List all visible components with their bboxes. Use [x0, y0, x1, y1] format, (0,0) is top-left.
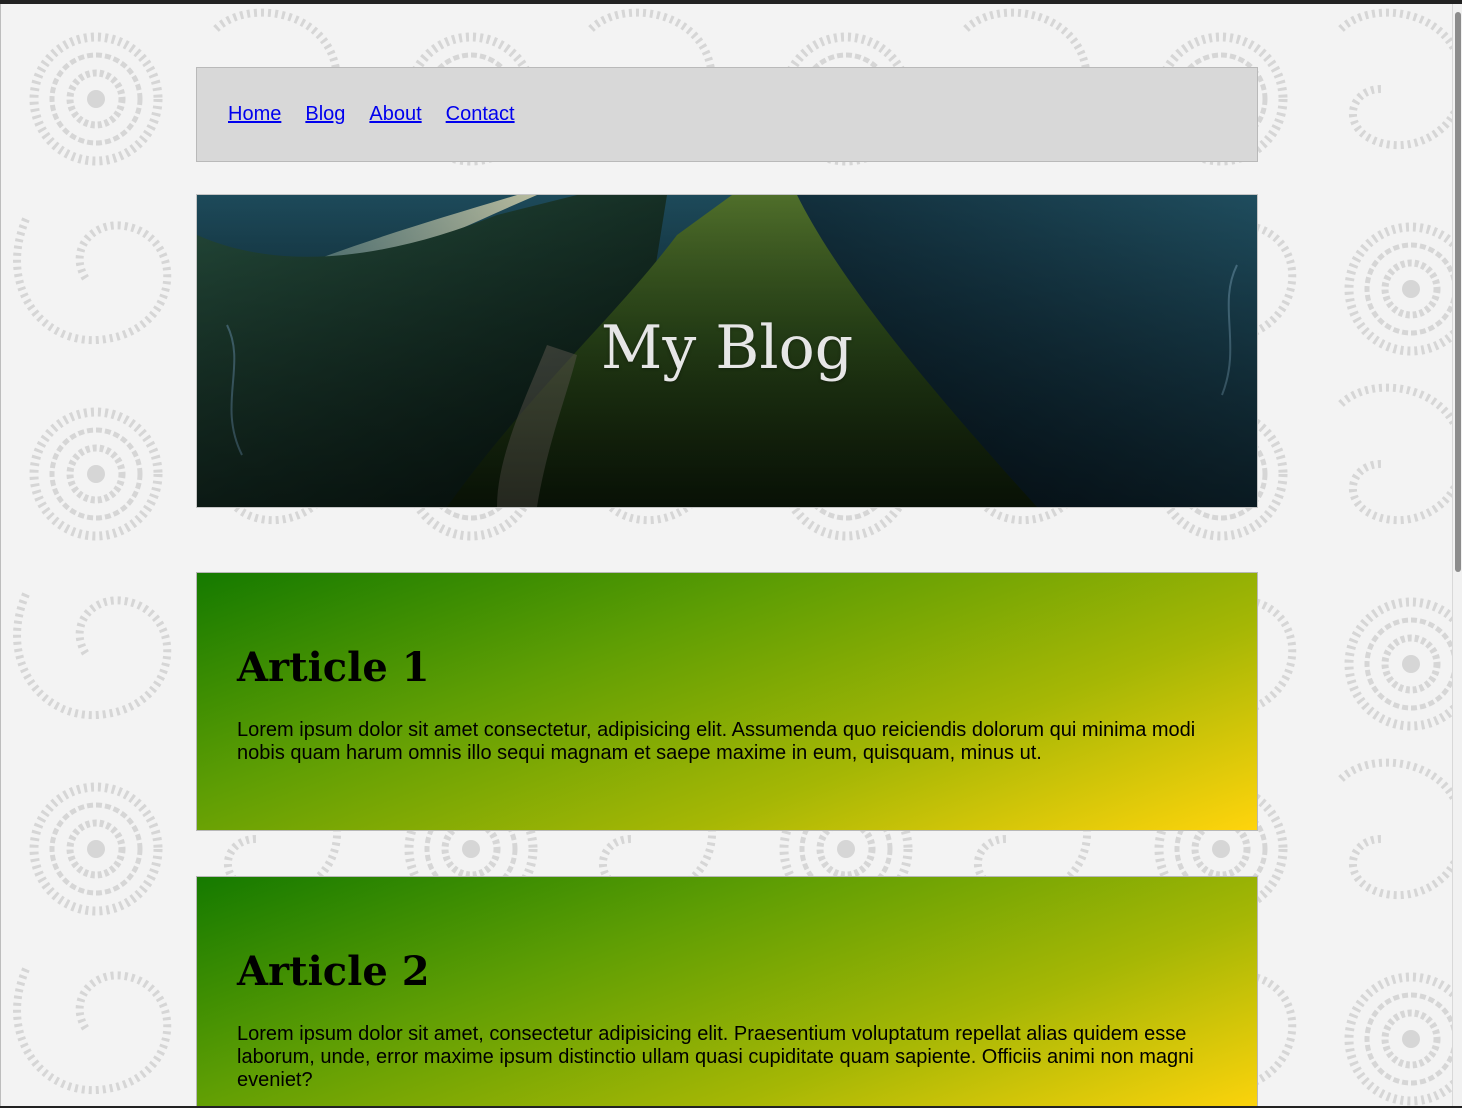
- page-viewport: Home Blog About Contact My Blog Article …: [0, 4, 1453, 1106]
- hero-title: My Blog: [600, 313, 854, 383]
- vertical-scrollbar[interactable]: [1452, 4, 1462, 1106]
- article-body: Lorem ipsum dolor sit amet, consectetur …: [237, 1023, 1194, 1091]
- article-card: Article 2 Lorem ipsum dolor sit amet, co…: [196, 876, 1258, 1106]
- hero-banner: My Blog: [196, 194, 1258, 508]
- nav-link-blog[interactable]: Blog: [305, 103, 345, 126]
- page-container: Home Blog About Contact My Blog Article …: [196, 67, 1258, 1106]
- article-title: Article 1: [237, 644, 430, 691]
- nav-link-home[interactable]: Home: [228, 103, 281, 126]
- article-card: Article 1 Lorem ipsum dolor sit amet con…: [196, 572, 1258, 831]
- scrollbar-thumb[interactable]: [1455, 12, 1461, 572]
- nav-link-about[interactable]: About: [369, 103, 421, 126]
- navbar: Home Blog About Contact: [196, 67, 1258, 162]
- article-title: Article 2: [237, 948, 430, 995]
- article-body: Lorem ipsum dolor sit amet consectetur, …: [237, 719, 1196, 764]
- nav-link-contact[interactable]: Contact: [446, 103, 515, 126]
